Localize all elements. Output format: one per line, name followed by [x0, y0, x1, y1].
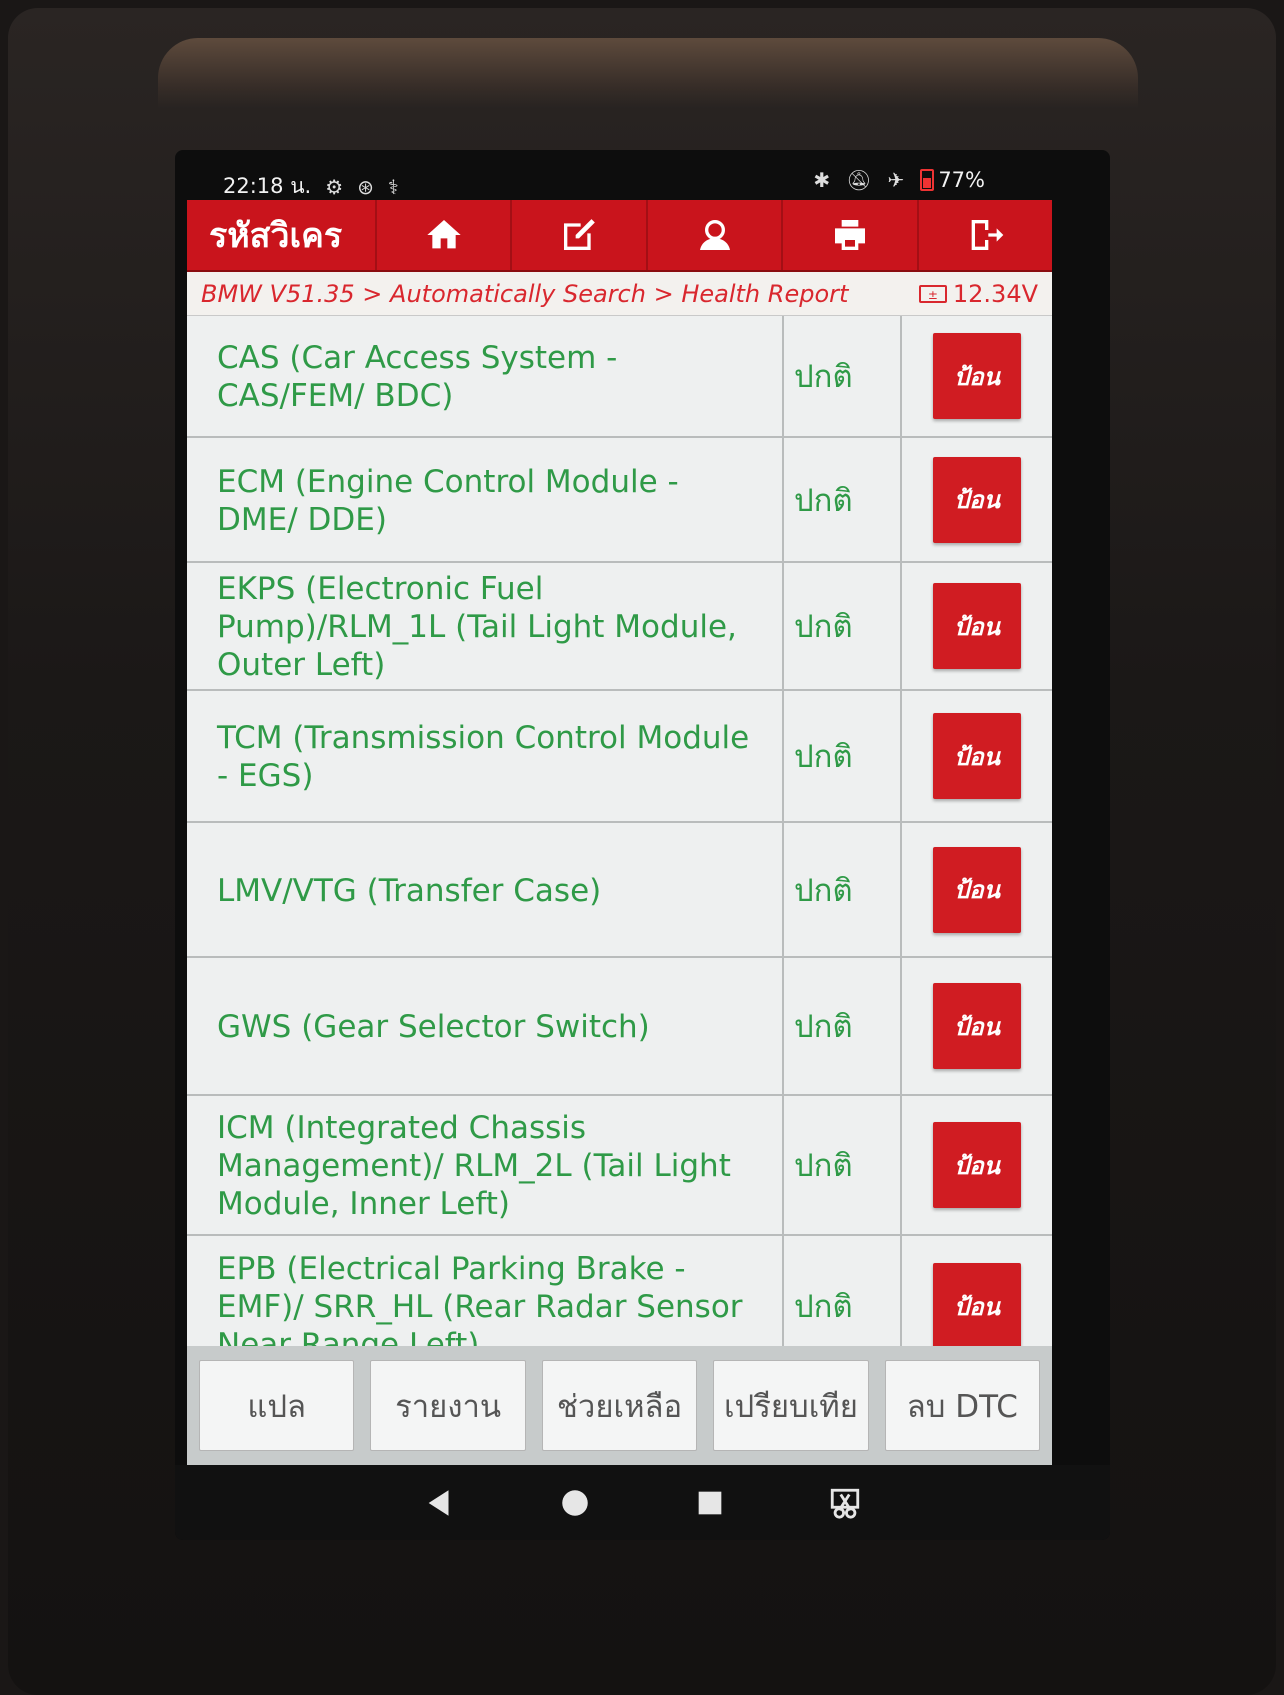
status-bar: 22:18 น. ⚙ ⊛ ⚕ ✱ 🔕︎ ✈ 77% — [175, 150, 1110, 200]
table-row: ICM (Integrated Chassis Management)/ RLM… — [187, 1096, 1052, 1236]
back-triangle-icon — [428, 1489, 449, 1516]
module-status: ปกติ — [784, 563, 902, 689]
clear-dtc-button[interactable]: ลบ DTC — [884, 1360, 1041, 1451]
table-row: TCM (Transmission Control Module - EGS) … — [187, 691, 1052, 823]
print-button[interactable] — [783, 200, 919, 270]
module-name: ICM (Integrated Chassis Management)/ RLM… — [187, 1096, 784, 1234]
enter-button[interactable]: ป้อน — [933, 846, 1021, 933]
table-row: CAS (Car Access System - CAS/FEM/ BDC) ป… — [187, 316, 1052, 438]
module-table[interactable]: CAS (Car Access System - CAS/FEM/ BDC) ป… — [187, 316, 1052, 1346]
bottom-action-bar: แปล รายงาน ช่วยเหลือ เปรียบเทีย ลบ DTC — [187, 1346, 1052, 1465]
print-icon — [834, 220, 865, 250]
table-row: ECM (Engine Control Module - DME/ DDE) ป… — [187, 438, 1052, 563]
breadcrumb: BMW V51.35 > Automatically Search > Heal… — [187, 272, 1052, 316]
app-title: รหัสวิเคร — [187, 200, 377, 270]
support-button[interactable] — [648, 200, 784, 270]
table-row: LMV/VTG (Transfer Case) ปกติ ป้อน — [187, 823, 1052, 958]
module-name: TCM (Transmission Control Module - EGS) — [187, 691, 784, 821]
table-row: EPB (Electrical Parking Brake - EMF)/ SR… — [187, 1236, 1052, 1346]
module-status: ปกติ — [784, 316, 902, 436]
help-button[interactable]: ช่วยเหลือ — [541, 1360, 698, 1451]
settings-icon: ⚙ — [325, 174, 344, 199]
enter-button[interactable]: ป้อน — [933, 583, 1021, 669]
android-nav-bar — [175, 1465, 1110, 1540]
screenshot-button[interactable] — [820, 1478, 870, 1528]
bluetooth-icon: ✱ — [813, 168, 831, 192]
module-name: GWS (Gear Selector Switch) — [187, 958, 784, 1094]
module-name: CAS (Car Access System - CAS/FEM/ BDC) — [187, 316, 784, 436]
home-nav-button[interactable] — [550, 1478, 600, 1528]
back-button[interactable] — [415, 1478, 465, 1528]
module-name: LMV/VTG (Transfer Case) — [187, 823, 784, 956]
scissors-icon — [830, 1488, 860, 1519]
battery-percent: 77% — [938, 168, 985, 192]
enter-button[interactable]: ป้อน — [933, 713, 1021, 799]
table-row: GWS (Gear Selector Switch) ปกติ ป้อน — [187, 958, 1052, 1096]
voltage-value: 12.34V — [952, 279, 1038, 308]
home-icon — [427, 220, 461, 249]
breadcrumb-path: BMW V51.35 > Automatically Search > Heal… — [201, 279, 849, 308]
enter-button[interactable]: ป้อน — [933, 333, 1021, 419]
user-support-icon — [699, 220, 730, 250]
compare-button[interactable]: เปรียบเทีย — [713, 1360, 869, 1451]
exit-icon — [971, 220, 1004, 250]
module-status: ปกติ — [784, 1236, 902, 1346]
diagnostic-icon: ⚕ — [387, 174, 399, 199]
table-row: EKPS (Electronic Fuel Pump)/RLM_1L (Tail… — [187, 563, 1052, 691]
home-circle-icon — [562, 1489, 588, 1516]
translate-button[interactable]: แปล — [199, 1360, 355, 1451]
edit-icon — [564, 219, 595, 250]
battery-icon — [920, 169, 935, 191]
home-button[interactable] — [377, 200, 513, 270]
module-status: ปกติ — [784, 438, 902, 561]
battery-indicator: 77% — [920, 168, 985, 192]
recents-button[interactable] — [685, 1478, 735, 1528]
status-time: 22:18 น. — [223, 174, 312, 198]
enter-button[interactable]: ป้อน — [933, 1122, 1021, 1208]
enter-button[interactable]: ป้อน — [933, 983, 1021, 1069]
module-name: EPB (Electrical Parking Brake - EMF)/ SR… — [187, 1236, 784, 1346]
battery-voltage: ± 12.34V — [918, 279, 1038, 308]
mute-icon: 🔕︎ — [846, 168, 872, 192]
module-status: ปกติ — [784, 691, 902, 821]
recents-square-icon — [698, 1491, 722, 1514]
bluetooth-circle-icon: ⊛ — [357, 174, 374, 199]
car-battery-icon: ± — [918, 284, 947, 303]
module-status: ปกติ — [784, 823, 902, 956]
module-name: EKPS (Electronic Fuel Pump)/RLM_1L (Tail… — [187, 563, 784, 689]
exit-button[interactable] — [919, 200, 1052, 270]
enter-button[interactable]: ป้อน — [933, 1263, 1021, 1346]
module-status: ปกติ — [784, 1096, 902, 1234]
report-button[interactable]: รายงาน — [370, 1360, 526, 1451]
diagnostic-app: รหัสวิเคร BMW V51.35 > Automatically Sea… — [187, 200, 1052, 1465]
edit-button[interactable] — [512, 200, 648, 270]
app-toolbar: รหัสวิเคร — [187, 200, 1052, 272]
enter-button[interactable]: ป้อน — [933, 456, 1021, 543]
device-screen: 22:18 น. ⚙ ⊛ ⚕ ✱ 🔕︎ ✈ 77% รหัสวิเคร BMW … — [175, 150, 1110, 1540]
airplane-icon: ✈ — [887, 168, 905, 192]
module-name: ECM (Engine Control Module - DME/ DDE) — [187, 438, 784, 561]
module-status: ปกติ — [784, 958, 902, 1094]
bezel-reflection — [158, 38, 1138, 108]
